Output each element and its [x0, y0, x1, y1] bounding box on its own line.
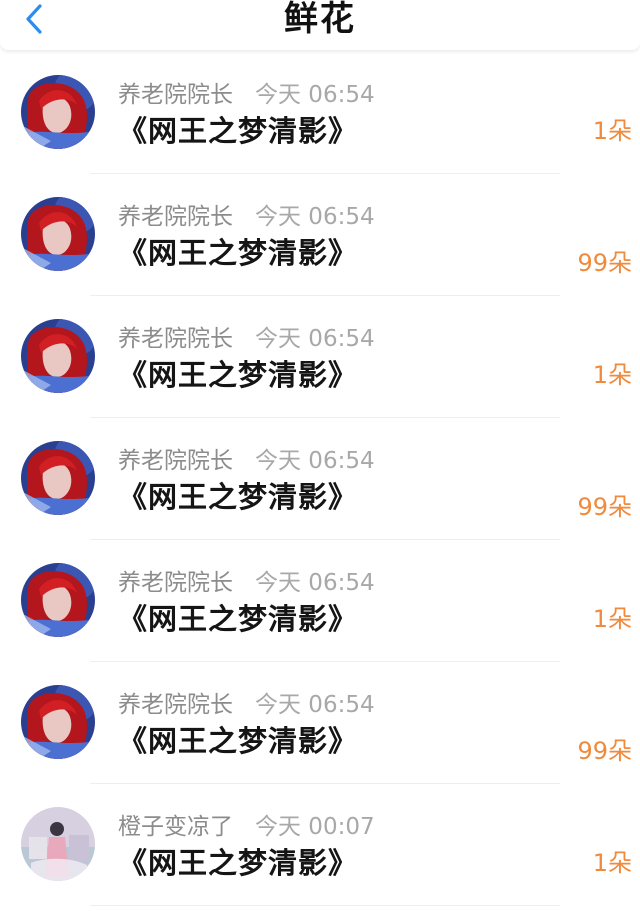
book-title: 《网王之梦清影》 — [118, 724, 359, 758]
avatar[interactable] — [21, 197, 95, 271]
list-item[interactable]: 橙子变凉了 今天 00:07 《网王之梦清影》 1朵 — [0, 784, 640, 906]
list-item[interactable]: 养老院院长 今天 06:54 《网王之梦清影》 1朵 — [0, 296, 640, 418]
item-meta: 养老院院长 今天 06:54 — [118, 568, 375, 598]
item-meta: 养老院院长 今天 06:54 — [118, 202, 375, 232]
avatar[interactable] — [21, 563, 95, 637]
timestamp: 今天 06:54 — [255, 448, 375, 474]
item-meta: 养老院院长 今天 06:54 — [118, 324, 375, 354]
avatar[interactable] — [21, 685, 95, 759]
sender-name[interactable]: 养老院院长 — [118, 82, 233, 108]
avatar[interactable] — [21, 441, 95, 515]
page-title: 鲜花 — [284, 0, 356, 39]
item-meta: 养老院院长 今天 06:54 — [118, 80, 375, 110]
flower-count: 1朵 — [592, 361, 632, 389]
flower-count: 1朵 — [592, 605, 632, 633]
item-meta: 养老院院长 今天 06:54 — [118, 690, 375, 720]
item-meta: 橙子变凉了 今天 00:07 — [118, 812, 375, 842]
sender-name[interactable]: 养老院院长 — [118, 204, 233, 230]
sender-name[interactable]: 养老院院长 — [118, 570, 233, 596]
book-title: 《网王之梦清影》 — [118, 358, 359, 392]
timestamp: 今天 06:54 — [255, 570, 375, 596]
timestamp: 今天 06:54 — [255, 692, 375, 718]
list-item[interactable]: 养老院院长 今天 06:54 《网王之梦清影》 99朵 — [0, 662, 640, 784]
timestamp: 今天 06:54 — [255, 204, 375, 230]
list-item[interactable]: 养老院院长 今天 06:54 《网王之梦清影》 99朵 — [0, 174, 640, 296]
flower-count: 99朵 — [577, 249, 632, 277]
avatar[interactable] — [21, 319, 95, 393]
sender-name[interactable]: 养老院院长 — [118, 448, 233, 474]
timestamp: 今天 06:54 — [255, 326, 375, 352]
book-title: 《网王之梦清影》 — [118, 480, 359, 514]
book-title: 《网王之梦清影》 — [118, 602, 359, 636]
flower-record-list: 养老院院长 今天 06:54 《网王之梦清影》 1朵 养老院院长 今天 06:54 《网王之… — [0, 52, 640, 906]
timestamp: 今天 00:07 — [255, 814, 375, 840]
list-item[interactable]: 养老院院长 今天 06:54 《网王之梦清影》 1朵 — [0, 540, 640, 662]
flower-count: 1朵 — [592, 849, 632, 877]
avatar[interactable] — [21, 75, 95, 149]
sender-name[interactable]: 养老院院长 — [118, 692, 233, 718]
flower-count: 1朵 — [592, 117, 632, 145]
timestamp: 今天 06:54 — [255, 82, 375, 108]
flower-count: 99朵 — [577, 737, 632, 765]
sender-name[interactable]: 橙子变凉了 — [118, 814, 233, 840]
item-meta: 养老院院长 今天 06:54 — [118, 446, 375, 476]
book-title: 《网王之梦清影》 — [118, 114, 359, 148]
avatar[interactable] — [21, 807, 95, 881]
header-bar: 鲜花 — [0, 0, 640, 50]
list-item[interactable]: 养老院院长 今天 06:54 《网王之梦清影》 1朵 — [0, 52, 640, 174]
list-item[interactable]: 养老院院长 今天 06:54 《网王之梦清影》 99朵 — [0, 418, 640, 540]
sender-name[interactable]: 养老院院长 — [118, 326, 233, 352]
flower-count: 99朵 — [577, 493, 632, 521]
divider — [90, 905, 560, 906]
book-title: 《网王之梦清影》 — [118, 236, 359, 270]
book-title: 《网王之梦清影》 — [118, 846, 359, 880]
